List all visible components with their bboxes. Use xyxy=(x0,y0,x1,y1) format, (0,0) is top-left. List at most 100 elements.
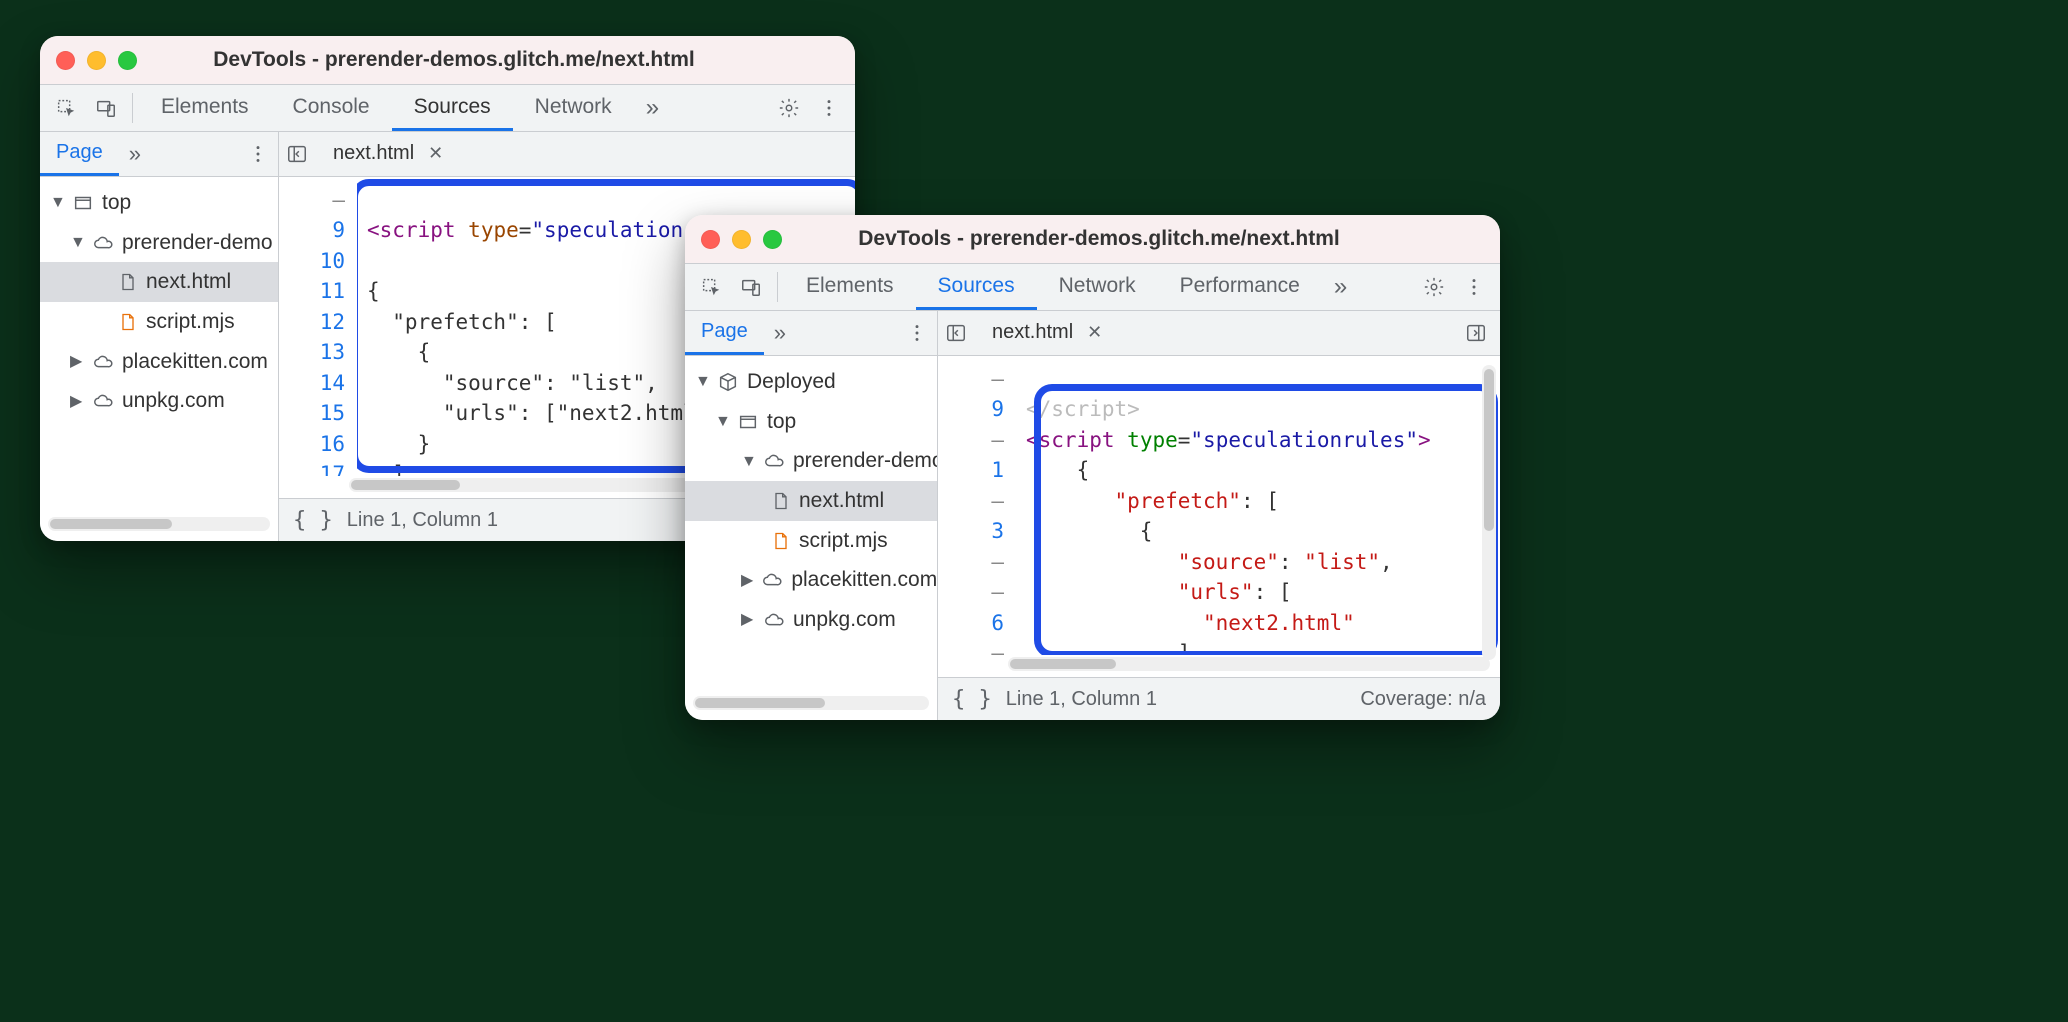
settings-icon[interactable] xyxy=(769,97,809,119)
tab-elements[interactable]: Elements xyxy=(139,85,271,131)
file-tab-bar: next.html ✕ xyxy=(315,132,855,176)
tree-label: prerender-demo xyxy=(793,443,937,479)
show-debugger-icon[interactable] xyxy=(1458,311,1494,355)
document-icon xyxy=(118,270,138,294)
navigator-more-icon[interactable]: » xyxy=(119,132,151,176)
more-tabs-icon[interactable]: » xyxy=(1322,264,1359,310)
status-bar: { } Line 1, Column 1 Coverage: n/a xyxy=(938,677,1500,720)
zoom-window-button[interactable] xyxy=(118,51,137,70)
tree-item-script-mjs[interactable]: script.mjs xyxy=(40,302,278,342)
file-tab-label: next.html xyxy=(333,142,414,165)
tree-label: unpkg.com xyxy=(122,383,225,419)
navigator-tab-page[interactable]: Page xyxy=(685,311,764,355)
tree-item-deployed[interactable]: ▼ Deployed xyxy=(685,362,937,402)
tree-item-next-html[interactable]: next.html xyxy=(40,262,278,302)
pretty-print-icon[interactable]: { } xyxy=(952,687,992,712)
document-icon xyxy=(771,489,791,513)
tab-network[interactable]: Network xyxy=(1037,264,1158,310)
tree-item-placekitten[interactable]: ▶ placekitten.com xyxy=(685,560,937,600)
code-editor: – 9 – 1 – 3 – – 6 – – – – 20 </script> <… xyxy=(938,356,1500,720)
panel-tabs: Elements Sources Network Performance xyxy=(784,264,1322,310)
tree-label: script.mjs xyxy=(146,304,235,340)
inspect-icon[interactable] xyxy=(46,85,86,131)
tree-item-top[interactable]: ▼ top xyxy=(685,402,937,442)
file-tree: ▼ Deployed ▼ top ▼ prerender-demo next.h… xyxy=(685,356,937,690)
code-scrollbar[interactable] xyxy=(1008,657,1490,671)
chevron-down-icon: ▼ xyxy=(695,368,709,395)
zoom-window-button[interactable] xyxy=(763,230,782,249)
tree-item-unpkg[interactable]: ▶ unpkg.com xyxy=(685,600,937,640)
kebab-menu-icon[interactable] xyxy=(1454,276,1494,298)
device-toggle-icon[interactable] xyxy=(731,264,771,310)
tree-item-script-mjs[interactable]: script.mjs xyxy=(685,521,937,561)
cloud-icon xyxy=(92,232,114,254)
frame-icon xyxy=(737,411,759,433)
tree-item-next-html[interactable]: next.html xyxy=(685,481,937,521)
tree-label: top xyxy=(767,404,796,440)
file-tab-next-html[interactable]: next.html ✕ xyxy=(982,317,1112,350)
tab-performance[interactable]: Performance xyxy=(1158,264,1322,310)
window-title: DevTools - prerender-demos.glitch.me/nex… xyxy=(794,227,1404,251)
tree-item-placekitten[interactable]: ▶ placekitten.com xyxy=(40,342,278,382)
tab-sources[interactable]: Sources xyxy=(916,264,1037,310)
tab-console[interactable]: Console xyxy=(271,85,392,131)
tree-label: next.html xyxy=(799,483,884,519)
cloud-icon xyxy=(761,569,783,591)
tree-item-domain[interactable]: ▼ prerender-demo xyxy=(40,223,278,263)
tree-label: top xyxy=(102,185,131,221)
sidebar-scrollbar[interactable] xyxy=(48,517,270,531)
tab-elements[interactable]: Elements xyxy=(784,264,916,310)
secondary-toolbar: Page » next.html ✕ xyxy=(685,311,1500,356)
navigator-kebab-icon[interactable] xyxy=(897,311,937,355)
vertical-scrollbar[interactable] xyxy=(1482,365,1496,660)
close-icon[interactable]: ✕ xyxy=(1087,322,1102,343)
cloud-icon xyxy=(763,450,785,472)
close-window-button[interactable] xyxy=(56,51,75,70)
chevron-right-icon: ▶ xyxy=(741,567,753,594)
kebab-menu-icon[interactable] xyxy=(809,97,849,119)
coverage-label: Coverage: n/a xyxy=(1360,688,1486,711)
inspect-icon[interactable] xyxy=(691,264,731,310)
minimize-window-button[interactable] xyxy=(732,230,751,249)
navigator-more-icon[interactable]: » xyxy=(764,311,796,355)
tree-item-unpkg[interactable]: ▶ unpkg.com xyxy=(40,381,278,421)
tree-item-domain[interactable]: ▼ prerender-demo xyxy=(685,441,937,481)
devtools-window-2: DevTools - prerender-demos.glitch.me/nex… xyxy=(685,215,1500,720)
tab-network[interactable]: Network xyxy=(513,85,634,131)
titlebar: DevTools - prerender-demos.glitch.me/nex… xyxy=(685,215,1500,264)
titlebar: DevTools - prerender-demos.glitch.me/nex… xyxy=(40,36,855,85)
tree-item-top[interactable]: ▼ top xyxy=(40,183,278,223)
secondary-toolbar: Page » next.html ✕ xyxy=(40,132,855,177)
navigator-kebab-icon[interactable] xyxy=(238,132,278,176)
tree-label: placekitten.com xyxy=(791,562,937,598)
traffic-lights xyxy=(701,230,782,249)
tree-label: script.mjs xyxy=(799,523,888,559)
line-gutter: – 9 10 11 12 13 14 15 16 17 18 19 – 20 xyxy=(279,177,357,476)
minimize-window-button[interactable] xyxy=(87,51,106,70)
file-tab-next-html[interactable]: next.html ✕ xyxy=(323,138,453,171)
code-body[interactable]: </script> <script type="speculationrules… xyxy=(1016,356,1500,655)
pretty-print-icon[interactable]: { } xyxy=(293,508,333,533)
cursor-position: Line 1, Column 1 xyxy=(347,509,498,532)
frame-icon xyxy=(72,192,94,214)
close-window-button[interactable] xyxy=(701,230,720,249)
tree-label: placekitten.com xyxy=(122,344,268,380)
cloud-icon xyxy=(763,609,785,631)
tab-sources[interactable]: Sources xyxy=(392,85,513,131)
tree-label: next.html xyxy=(146,264,231,300)
panel-tabs: Elements Console Sources Network xyxy=(139,85,634,131)
chevron-down-icon: ▼ xyxy=(70,229,84,256)
line-gutter: – 9 – 1 – 3 – – 6 – – – – 20 xyxy=(938,356,1016,655)
tree-label: unpkg.com xyxy=(793,602,896,638)
close-icon[interactable]: ✕ xyxy=(428,143,443,164)
settings-icon[interactable] xyxy=(1414,276,1454,298)
hide-navigator-icon[interactable] xyxy=(938,311,974,355)
hide-navigator-icon[interactable] xyxy=(279,132,315,176)
traffic-lights xyxy=(56,51,137,70)
device-toggle-icon[interactable] xyxy=(86,85,126,131)
navigator-sidebar: ▼ top ▼ prerender-demo next.html xyxy=(40,177,279,541)
sidebar-scrollbar[interactable] xyxy=(693,696,929,710)
main-toolbar: Elements Sources Network Performance » xyxy=(685,264,1500,311)
navigator-tab-page[interactable]: Page xyxy=(40,132,119,176)
more-tabs-icon[interactable]: » xyxy=(634,85,671,131)
